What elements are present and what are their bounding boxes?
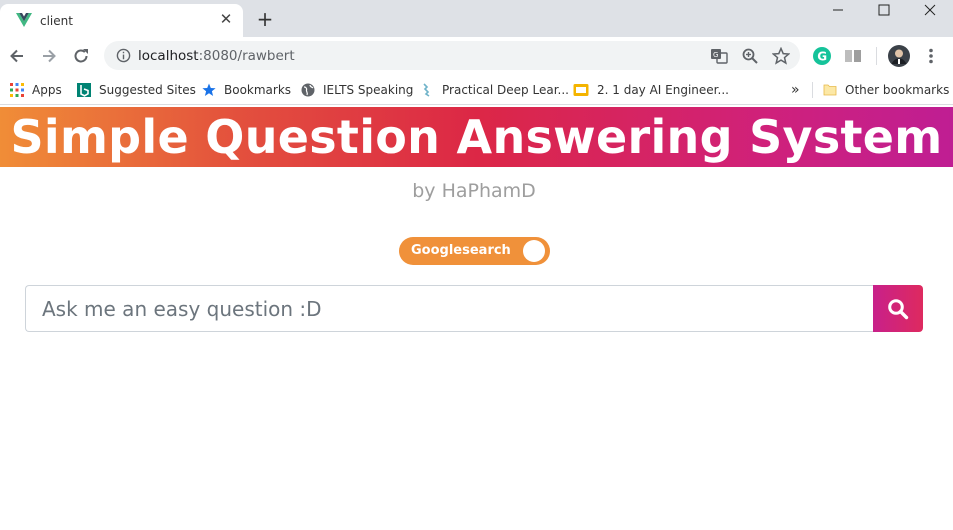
more-bookmarks-chevron-icon[interactable]: » [791,81,800,99]
bookmarks-separator [812,82,813,98]
avatar[interactable] [888,45,910,67]
byline: by HaPhamD [412,180,536,202]
svg-text:G: G [713,51,718,59]
bookmark-label: Other bookmarks [845,83,950,97]
bookmark-ai-engineer[interactable]: 2. 1 day AI Engineer... [573,81,729,99]
star-icon [202,83,216,96]
bookmark-ielts-speaking[interactable]: IELTS Speaking [301,81,413,99]
tab-title: client [40,14,73,28]
bookmark-label: Suggested Sites [99,83,196,97]
reader-icon[interactable] [843,46,863,66]
bookmark-bookmarks[interactable]: Bookmarks [202,81,291,99]
close-window-icon[interactable] [907,0,953,22]
slides-icon [573,84,589,96]
bookmark-other-bookmarks[interactable]: Other bookmarks [823,81,949,99]
bookmark-star-icon[interactable] [772,47,790,65]
url-host: localhost [138,48,199,64]
translate-icon[interactable]: G [710,47,728,65]
more-menu-icon[interactable] [921,46,941,66]
forward-icon[interactable] [39,46,59,66]
toggle-label: Googlesearch [411,243,511,258]
bookmark-apps[interactable]: Apps [10,81,62,99]
search-icon [888,298,909,319]
bookmark-label: 2. 1 day AI Engineer... [597,83,729,97]
site-icon [423,83,430,97]
apps-grid-icon [10,83,24,97]
back-icon[interactable] [7,46,27,66]
bookmark-practical-deep-learning[interactable]: Practical Deep Lear... [420,81,569,99]
browser-toolbar: localhost:8080/rawbert G G [0,37,953,75]
tab-close-icon[interactable]: ✕ [218,12,234,28]
new-tab-icon[interactable]: + [255,9,275,29]
tab-strip: client ✕ + [0,0,953,37]
bookmark-label: Bookmarks [224,83,292,97]
toolbar-separator [876,47,877,65]
bookmark-label: Apps [32,83,62,97]
reload-icon[interactable] [71,46,91,66]
url-text[interactable]: localhost:8080/rawbert [138,48,295,64]
url-path: :8080/rawbert [198,48,295,64]
question-input[interactable] [25,285,874,332]
title-banner: Simple Question Answering System [0,107,953,167]
globe-icon [301,83,315,97]
bookmark-label: Practical Deep Lear... [442,83,569,97]
bookmark-label: IELTS Speaking [323,83,414,97]
search-button[interactable] [873,285,923,332]
maximize-icon[interactable] [861,0,907,22]
site-info-icon[interactable] [116,48,131,63]
address-bar[interactable]: localhost:8080/rawbert G [104,41,800,70]
bookmarks-bar: Apps Suggested Sites Bookmarks IELTS Spe… [0,75,953,105]
vue-logo-icon [16,13,32,27]
toggle-knob[interactable] [523,240,545,262]
zoom-icon[interactable] [741,47,759,65]
svg-text:G: G [817,50,827,64]
browser-tab[interactable]: client ✕ [0,4,243,37]
page-title: Simple Question Answering System [10,110,943,164]
minimize-icon[interactable] [815,0,861,22]
bing-icon [77,83,91,97]
folder-icon [823,84,837,96]
grammarly-icon[interactable]: G [812,46,832,66]
search-bar [25,285,923,332]
bookmark-suggested-sites[interactable]: Suggested Sites [77,81,196,99]
googlesearch-toggle[interactable]: Googlesearch [399,237,550,265]
